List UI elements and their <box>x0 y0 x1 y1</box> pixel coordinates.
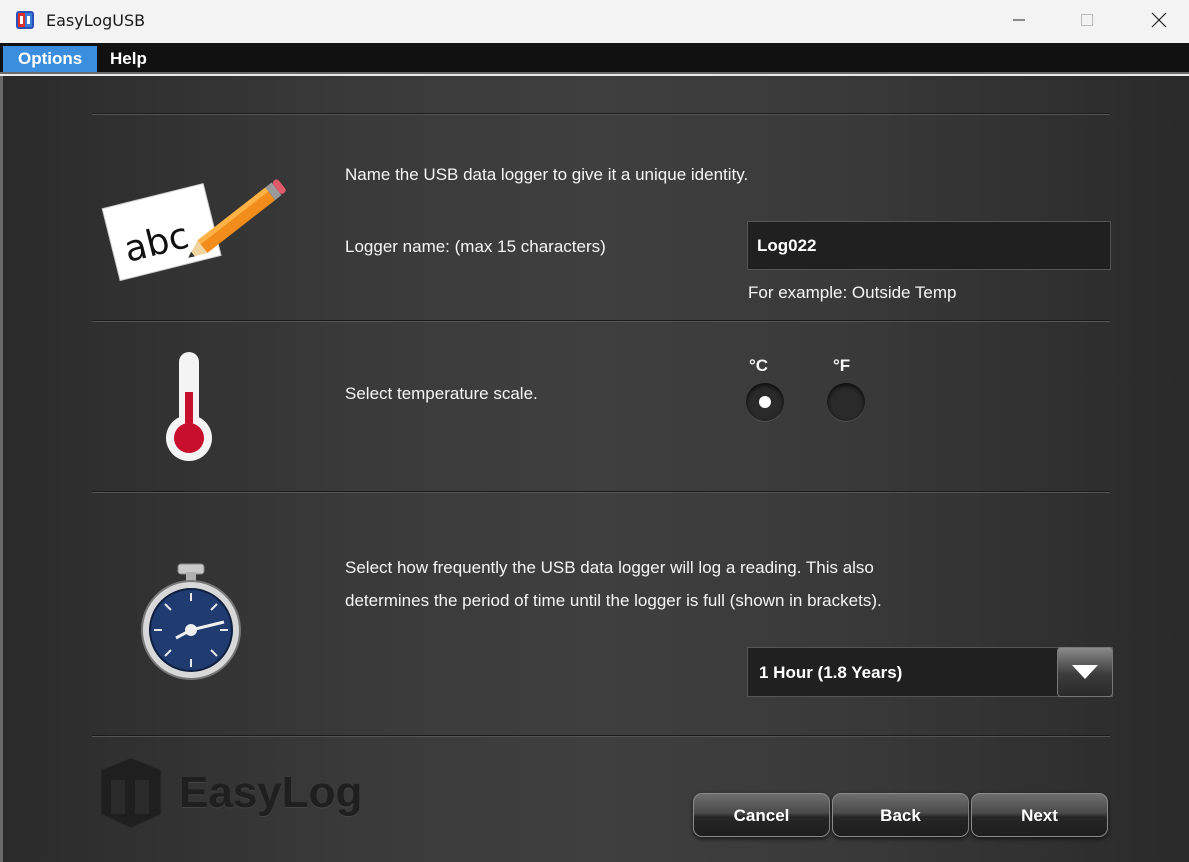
fahrenheit-radio[interactable] <box>827 383 865 421</box>
minimize-button[interactable] <box>996 0 1042 40</box>
minimize-icon <box>1013 19 1025 21</box>
next-button[interactable]: Next <box>971 793 1108 837</box>
divider-top <box>92 113 1110 115</box>
logger-name-input[interactable] <box>747 221 1111 270</box>
close-button[interactable] <box>1136 0 1182 40</box>
maximize-icon <box>1081 14 1093 26</box>
easylog-app-icon <box>16 11 34 29</box>
logger-setup-panel: abc Name the USB data logger to give it … <box>0 76 1189 862</box>
name-example-text: For example: Outside Temp <box>748 283 957 302</box>
divider-bottom <box>92 735 1110 737</box>
abc-pencil-icon: abc <box>101 179 286 282</box>
easylog-brand-logo: EasyLog <box>93 756 362 837</box>
radio-selected-dot <box>759 396 771 408</box>
thermometer-icon <box>166 352 212 461</box>
stopwatch-icon <box>141 563 241 680</box>
close-icon <box>1151 12 1167 28</box>
logging-rate-value: 1 Hour (1.8 Years) <box>759 663 903 682</box>
divider-1 <box>92 320 1110 322</box>
easylog-logo-icon <box>100 757 162 829</box>
divider-2 <box>92 491 1110 493</box>
back-button[interactable]: Back <box>832 793 969 837</box>
fahrenheit-label: °F <box>833 356 851 375</box>
maximize-button[interactable] <box>1064 0 1110 40</box>
menu-help[interactable]: Help <box>95 46 162 72</box>
cancel-button[interactable]: Cancel <box>693 793 830 837</box>
logger-name-label: Logger name: (max 15 characters) <box>345 237 606 256</box>
celsius-label: °C <box>749 356 769 375</box>
logging-rate-dropdown[interactable]: 1 Hour (1.8 Years) <box>747 647 1113 697</box>
dropdown-arrow-button[interactable] <box>1057 647 1113 697</box>
menu-bar: Options Help <box>0 43 1189 74</box>
celsius-radio[interactable] <box>746 383 784 421</box>
menu-options[interactable]: Options <box>3 46 98 72</box>
name-instruction: Name the USB data logger to give it a un… <box>345 165 749 184</box>
rate-instruction-line2: determines the period of time until the … <box>345 591 882 610</box>
temperature-instruction: Select temperature scale. <box>345 384 538 403</box>
easylog-logo-text: EasyLog <box>179 768 363 817</box>
title-bar: EasyLogUSB <box>0 0 1189 43</box>
rate-instruction-line1: Select how frequently the USB data logge… <box>345 558 874 577</box>
chevron-down-icon <box>1072 665 1098 679</box>
window-title: EasyLogUSB <box>46 11 146 30</box>
